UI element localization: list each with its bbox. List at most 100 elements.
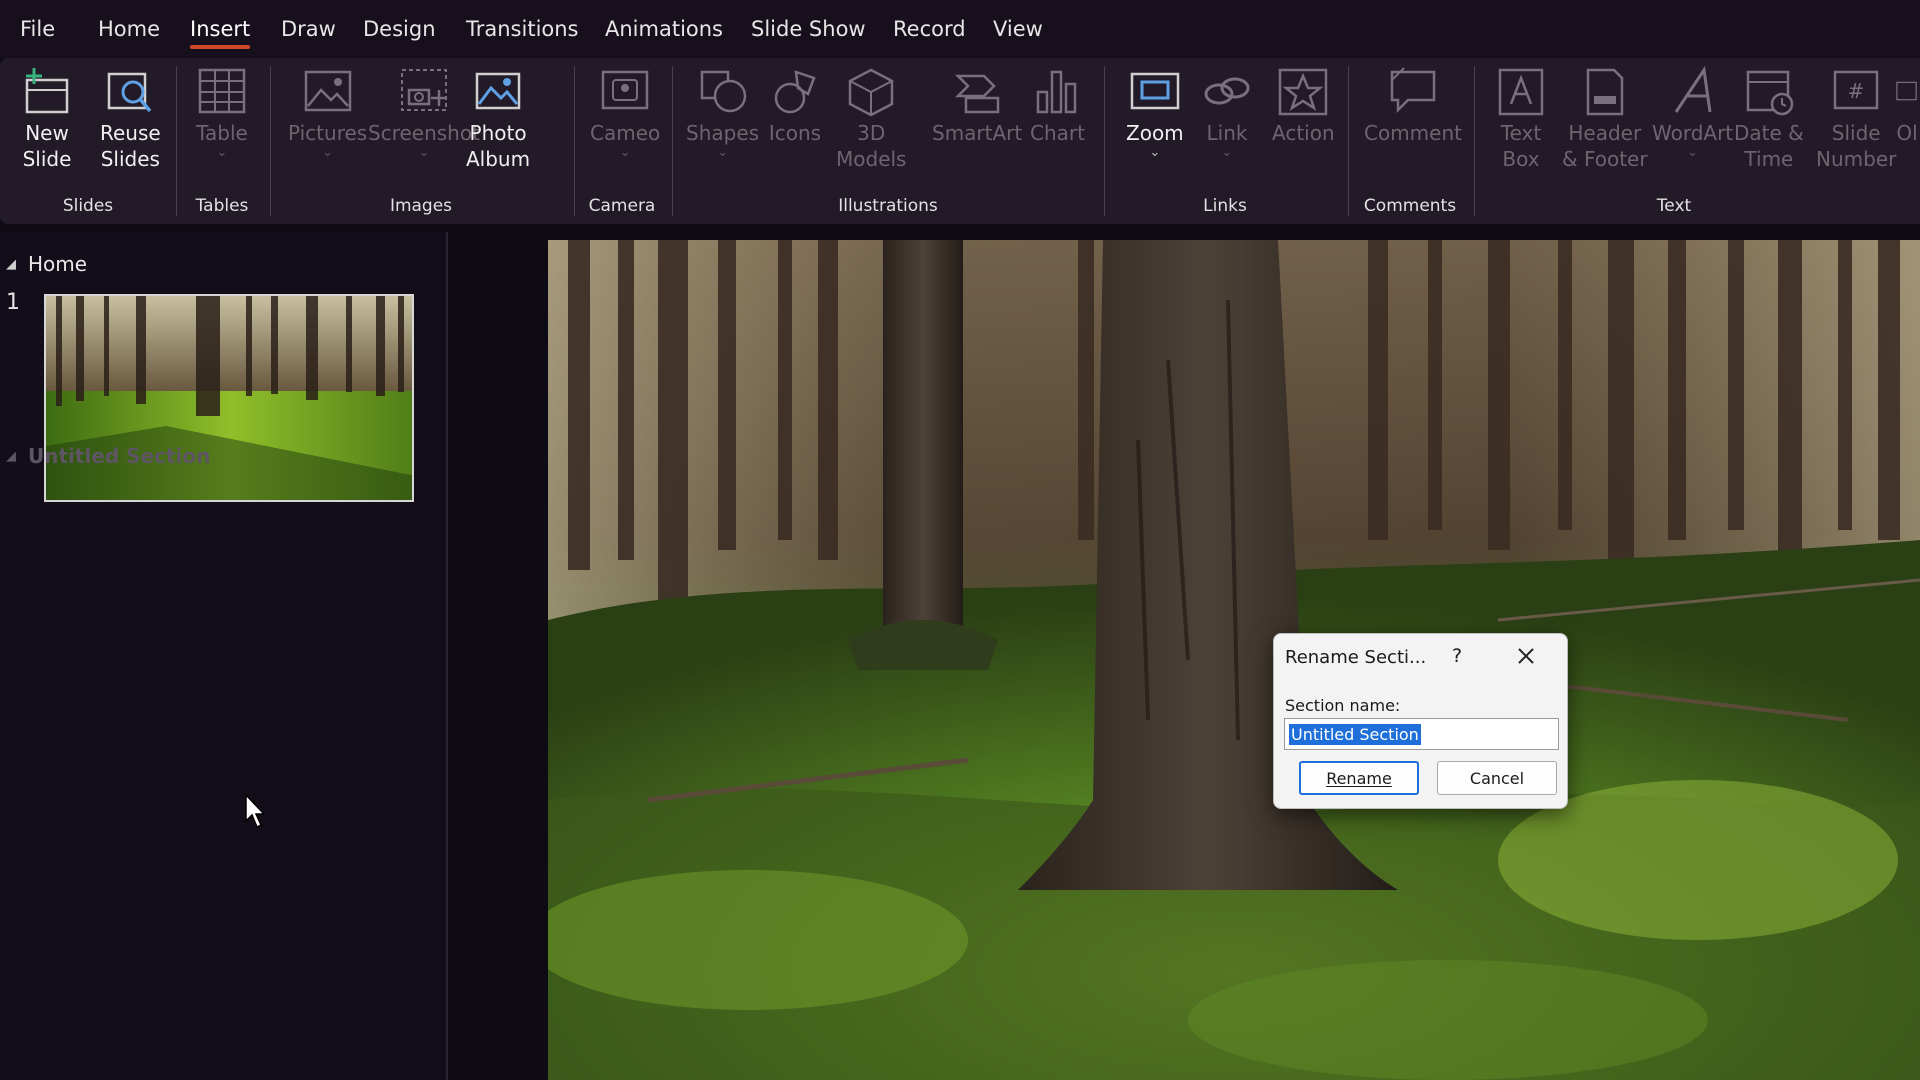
rename-button-label: Rename [1326, 768, 1392, 788]
table-button[interactable]: Table ⌄ [195, 66, 249, 160]
chart-button[interactable]: Chart [1030, 66, 1085, 146]
menu-home[interactable]: Home [98, 0, 160, 58]
chevron-down-icon: ⌄ [717, 145, 728, 160]
section-header-home[interactable]: ◢ Home [6, 252, 87, 276]
object-label: Ol [1896, 121, 1918, 145]
table-label: Table [196, 121, 248, 145]
table-icon [198, 68, 246, 114]
shapes-label: Shapes [686, 121, 760, 145]
group-label-slides: Slides [62, 196, 114, 216]
wordart-button[interactable]: WordArt ⌄ [1652, 66, 1733, 160]
group-label-comments: Comments [1363, 196, 1457, 216]
3d-models-button[interactable]: 3D Models [836, 66, 906, 172]
chart-icon [1037, 70, 1077, 114]
slide-number-button[interactable]: # Slide Number [1816, 66, 1896, 172]
reuse-slides-label: Reuse Slides [100, 121, 161, 171]
reuse-slides-button[interactable]: Reuse Slides [100, 66, 161, 172]
new-slide-icon [25, 68, 69, 114]
collapse-triangle-icon[interactable]: ◢ [6, 449, 16, 464]
section-name-label: Section name: [1285, 696, 1401, 715]
chevron-down-icon: ⌄ [619, 145, 631, 160]
menu-animations[interactable]: Animations [605, 0, 723, 58]
new-slide-button[interactable]: New Slide [20, 66, 74, 172]
group-images: Pictures ⌄ Screenshot ⌄ Photo Album Imag… [270, 58, 572, 224]
wordart-icon [1674, 66, 1712, 113]
3d-models-label: 3D Models [836, 121, 907, 171]
icons-button[interactable]: Icons [768, 66, 822, 146]
date-time-label: Date & Time [1734, 121, 1804, 171]
forest-photo-thumbnail [46, 296, 412, 500]
menu-insert[interactable]: Insert [190, 0, 251, 58]
slide-number-icon: # [1833, 70, 1879, 110]
rename-button[interactable]: Rename [1299, 761, 1419, 795]
link-label: Link [1206, 121, 1248, 145]
group-illustrations: Shapes ⌄ Icons 3D Models SmartArt Chart … [672, 58, 1104, 224]
group-label-text: Text [1656, 196, 1692, 216]
group-comments: Comment Comments [1348, 58, 1472, 224]
close-icon[interactable] [1514, 644, 1538, 668]
menu-design[interactable]: Design [363, 0, 436, 58]
menu-transitions[interactable]: Transitions [466, 0, 579, 58]
section-name-input[interactable]: Untitled Section [1284, 718, 1559, 750]
photo-album-icon [475, 72, 521, 110]
shapes-button[interactable]: Shapes ⌄ [686, 66, 759, 160]
pictures-button[interactable]: Pictures ⌄ [288, 66, 367, 160]
section-header-untitled[interactable]: ◢ Untitled Section [6, 444, 210, 468]
icons-label: Icons [768, 121, 822, 145]
help-button[interactable]: ? [1452, 645, 1462, 667]
menu-file[interactable]: File [20, 0, 55, 58]
screenshot-button[interactable]: Screenshot ⌄ [368, 66, 480, 160]
zoom-button[interactable]: Zoom ⌄ [1126, 66, 1184, 160]
smartart-button[interactable]: SmartArt [932, 66, 1022, 146]
slide-number-label: 1 [6, 290, 20, 315]
menu-view[interactable]: View [993, 0, 1043, 58]
group-label-camera: Camera [588, 196, 656, 216]
cameo-button[interactable]: Cameo ⌄ [590, 66, 660, 160]
cameo-icon [601, 70, 649, 110]
comment-icon [1390, 67, 1436, 114]
chevron-down-icon: ⌄ [216, 145, 228, 160]
chevron-down-icon: ⌄ [1149, 145, 1161, 160]
pictures-icon [304, 70, 351, 112]
group-camera: Cameo ⌄ Camera [574, 58, 670, 224]
zoom-label: Zoom [1126, 121, 1184, 145]
action-button[interactable]: Action [1272, 66, 1335, 146]
menu-record[interactable]: Record [893, 0, 966, 58]
slide-thumbnail[interactable] [44, 294, 414, 502]
object-icon [1896, 81, 1917, 101]
group-text: Text Box Header & Footer WordArt ⌄ Date … [1474, 58, 1920, 224]
group-slides: New Slide Reuse Slides Slides [0, 58, 176, 224]
chevron-down-icon: ⌄ [1687, 145, 1699, 160]
new-slide-label: New Slide [22, 121, 72, 171]
menu-draw[interactable]: Draw [281, 0, 336, 58]
text-box-button[interactable]: Text Box [1494, 66, 1548, 172]
date-time-button[interactable]: Date & Time [1734, 66, 1804, 172]
photo-album-label: Photo Album [466, 121, 531, 171]
link-button[interactable]: Link ⌄ [1200, 66, 1254, 160]
collapse-triangle-icon[interactable]: ◢ [6, 257, 16, 272]
cube-icon [848, 68, 894, 117]
zoom-icon [1130, 72, 1180, 110]
comment-button[interactable]: Comment [1364, 66, 1462, 146]
header-footer-button[interactable]: Header & Footer [1562, 66, 1648, 172]
cancel-button[interactable]: Cancel [1437, 761, 1557, 795]
group-label-tables: Tables [195, 196, 249, 216]
slide-canvas[interactable] [548, 240, 1920, 1080]
ribbon-insert: New Slide Reuse Slides Slides Table ⌄ Ta… [0, 58, 1920, 224]
chevron-down-icon: ⌄ [418, 145, 430, 160]
rename-section-dialog: Rename Secti... ? Section name: Untitled… [1273, 633, 1568, 809]
photo-album-button[interactable]: Photo Album [466, 66, 530, 172]
pictures-label: Pictures [288, 121, 368, 145]
header-footer-icon [1586, 68, 1624, 116]
calendar-clock-icon [1746, 70, 1794, 116]
object-button[interactable]: Ol [1894, 66, 1920, 146]
smartart-label: SmartArt [932, 121, 1023, 145]
menu-slide-show[interactable]: Slide Show [751, 0, 866, 58]
dialog-title: Rename Secti... [1285, 647, 1427, 668]
group-label-images: Images [389, 196, 453, 216]
shapes-icon [700, 70, 746, 113]
wordart-label: WordArt [1652, 121, 1734, 145]
text-box-label: Text Box [1500, 121, 1542, 171]
section-untitled-label: Untitled Section [28, 444, 211, 468]
cancel-button-label: Cancel [1469, 768, 1525, 788]
